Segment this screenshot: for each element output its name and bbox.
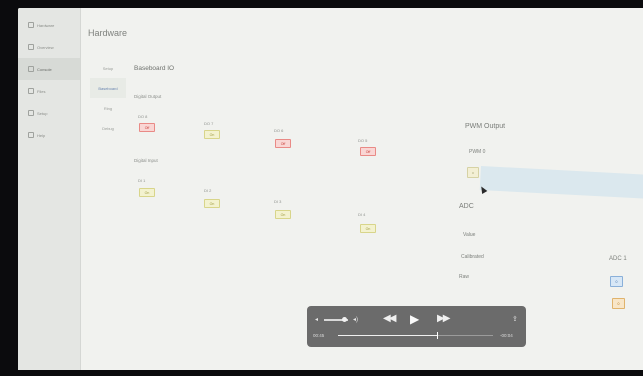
scrubber-fill xyxy=(338,335,438,336)
sidebar-item-label: Help xyxy=(37,132,46,138)
di-channel-label: DI 2 xyxy=(204,188,212,193)
volume-slider-knob[interactable] xyxy=(342,317,348,322)
sidebar-item-label: Console xyxy=(37,66,52,72)
remaining-time: -00:04 xyxy=(500,333,513,338)
do-channel-label: DO 7 xyxy=(204,121,214,126)
adc-raw-value: 0 xyxy=(612,298,625,309)
adc-channel-label: ADC 1 xyxy=(609,256,627,262)
sidebar-item-label: Overview xyxy=(37,44,54,50)
sidebar-item-setup[interactable]: Setup xyxy=(18,102,80,124)
adc-calibrated-value: 0 xyxy=(610,276,623,287)
adc-row-raw-label: Raw xyxy=(459,274,470,280)
di-channel-label: DI 4 xyxy=(358,212,366,217)
di-channel-label: DI 3 xyxy=(274,199,282,204)
help-icon xyxy=(28,132,34,138)
subnav-item-baseboard[interactable]: Baseboard xyxy=(90,78,126,98)
sidebar: Hardware Overview Console Files Setup He… xyxy=(18,8,81,370)
di-state-indicator: On xyxy=(360,224,376,233)
di-state-indicator: On xyxy=(139,188,155,197)
subnav-item-debug[interactable]: Debug xyxy=(90,118,126,138)
subnav-item-ring[interactable]: Ring xyxy=(90,98,126,118)
do-toggle-button[interactable]: On xyxy=(204,130,220,139)
do-channel-label: DO 6 xyxy=(274,128,284,133)
volume-low-icon[interactable]: ◂ xyxy=(315,316,318,323)
pwm-slider-track[interactable] xyxy=(479,166,643,199)
baseboard-title: Baseboard IO xyxy=(134,65,175,72)
do-toggle-button[interactable]: Off xyxy=(275,139,291,148)
folder-icon xyxy=(28,88,34,94)
sidebar-item-label: Setup xyxy=(37,110,48,116)
share-icon[interactable]: ⇪ xyxy=(512,315,518,323)
do-channel-label: DO 5 xyxy=(358,138,368,143)
di-state-indicator: On xyxy=(275,210,291,219)
di-state-indicator: On xyxy=(204,199,220,208)
pwm-value-field[interactable]: 0 xyxy=(467,167,479,178)
sidebar-item-hardware[interactable]: Hardware xyxy=(18,14,80,36)
home-icon xyxy=(28,44,34,50)
sidebar-item-files[interactable]: Files xyxy=(18,80,80,102)
pwm-channel-label: PWM 0 xyxy=(469,149,486,155)
digital-output-label: Digital Output xyxy=(134,94,162,99)
scrubber-playhead[interactable] xyxy=(437,332,439,339)
sidebar-item-label: Files xyxy=(37,88,46,94)
terminal-icon xyxy=(28,66,34,72)
chip-icon xyxy=(28,22,34,28)
elapsed-time: 00:45 xyxy=(313,333,325,338)
rewind-icon[interactable]: ◀◀ xyxy=(383,313,396,324)
adc-row-value-label: Value xyxy=(463,232,476,238)
digital-input-label: Digital Input xyxy=(134,158,158,163)
page-title: Hardware xyxy=(88,28,128,38)
subnav: Setup Baseboard Ring Debug xyxy=(90,58,126,138)
sidebar-item-help[interactable]: Help xyxy=(18,124,80,146)
sidebar-item-overview[interactable]: Overview xyxy=(18,36,80,58)
play-icon[interactable]: ▶ xyxy=(410,312,419,326)
sidebar-item-console[interactable]: Console xyxy=(18,58,80,80)
do-toggle-button[interactable]: Off xyxy=(360,147,376,156)
sidebar-item-label: Hardware xyxy=(37,22,55,28)
scrubber-track[interactable] xyxy=(338,332,493,339)
pwm-output-title: PWM Output xyxy=(465,123,506,130)
fast-forward-icon[interactable]: ▶▶ xyxy=(437,313,450,324)
adc-row-calibrated-label: Calibrated xyxy=(461,254,484,260)
subnav-item-setup[interactable]: Setup xyxy=(90,58,126,78)
video-player-controls: ◂ ◂) ◀◀ ▶ ▶▶ ⇪ 00:45 -00:04 xyxy=(307,306,526,347)
volume-high-icon[interactable]: ◂) xyxy=(353,316,358,323)
adc-title: ADC xyxy=(459,203,474,210)
do-channel-label: DO 8 xyxy=(138,114,148,119)
do-toggle-button[interactable]: Off xyxy=(139,123,155,132)
di-channel-label: DI 1 xyxy=(138,178,146,183)
gear-icon xyxy=(28,110,34,116)
